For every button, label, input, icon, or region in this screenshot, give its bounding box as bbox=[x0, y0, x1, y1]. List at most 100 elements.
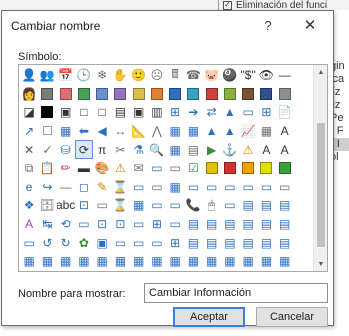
background-checkbox[interactable]: ✓ bbox=[223, 0, 232, 10]
symbol-cell-icon[interactable] bbox=[221, 159, 239, 178]
symbol-cell-icon[interactable]: ▦ bbox=[38, 252, 56, 271]
symbol-cell-icon[interactable]: ✎ bbox=[93, 178, 111, 197]
symbol-cell-icon[interactable]: ▦ bbox=[75, 252, 93, 271]
symbol-cell-icon[interactable]: 📈 bbox=[239, 122, 257, 141]
symbol-cell-icon[interactable]: ⊞ bbox=[166, 103, 184, 122]
symbol-scrollbar[interactable]: ▲ ▼ bbox=[313, 65, 327, 271]
symbol-cell-icon[interactable]: ↗ bbox=[20, 122, 38, 141]
symbol-cell-icon[interactable]: ▭ bbox=[75, 215, 93, 234]
symbol-cell-icon[interactable]: 📞 bbox=[184, 196, 202, 215]
symbol-cell-icon[interactable]: ❄ bbox=[93, 66, 111, 85]
symbol-cell-icon[interactable]: ↔ bbox=[111, 122, 129, 141]
symbol-cell-icon[interactable] bbox=[57, 85, 75, 104]
symbol-cell-icon[interactable]: ▭ bbox=[166, 215, 184, 234]
symbol-cell-icon[interactable]: □ bbox=[75, 103, 93, 122]
symbol-cell-icon[interactable]: ⊡ bbox=[93, 215, 111, 234]
symbol-cell-icon[interactable]: ▭ bbox=[221, 196, 239, 215]
symbol-cell-icon[interactable] bbox=[276, 85, 294, 104]
symbol-cell-icon[interactable]: ☹ bbox=[148, 66, 166, 85]
symbol-cell-icon[interactable] bbox=[239, 85, 257, 104]
symbol-cell-icon[interactable]: ▦ bbox=[148, 252, 166, 271]
symbol-cell-icon[interactable]: ▣ bbox=[130, 103, 148, 122]
symbol-cell-icon[interactable]: ▦ bbox=[239, 252, 257, 271]
symbol-cell-icon[interactable]: A bbox=[276, 122, 294, 141]
symbol-cell-icon[interactable] bbox=[38, 85, 56, 104]
symbol-cell-icon[interactable] bbox=[239, 159, 257, 178]
symbol-cell-icon[interactable]: ⋀ bbox=[148, 122, 166, 141]
symbol-cell-icon[interactable]: ✓ bbox=[38, 140, 56, 159]
symbol-cell-icon[interactable] bbox=[130, 85, 148, 104]
symbol-cell-icon[interactable]: ☐ bbox=[38, 122, 56, 141]
symbol-cell-icon[interactable]: ▤ bbox=[239, 215, 257, 234]
symbol-cell-icon[interactable]: ▦ bbox=[166, 140, 184, 159]
symbol-cell-icon[interactable]: ☑ bbox=[184, 159, 202, 178]
symbol-cell-icon[interactable]: ▦ bbox=[221, 252, 239, 271]
symbol-cell-icon[interactable]: ▭ bbox=[203, 178, 221, 197]
symbol-cell-icon[interactable]: ▦ bbox=[257, 122, 275, 141]
symbol-cell-icon[interactable]: ▭ bbox=[276, 178, 294, 197]
symbol-cell-icon[interactable] bbox=[148, 85, 166, 104]
symbol-cell-icon[interactable]: ▭ bbox=[130, 178, 148, 197]
symbol-cell-icon[interactable]: ❖ bbox=[20, 196, 38, 215]
symbol-cell-icon[interactable] bbox=[111, 85, 129, 104]
symbol-cell-icon[interactable]: ⊡ bbox=[111, 215, 129, 234]
symbol-cell-icon[interactable]: ▦ bbox=[166, 122, 184, 141]
symbol-cell-icon[interactable]: 👁 bbox=[257, 66, 275, 85]
symbol-cell-icon[interactable]: ↪ bbox=[38, 178, 56, 197]
symbol-cell-icon[interactable]: ✏ bbox=[57, 159, 75, 178]
symbol-cell-icon[interactable]: ▤ bbox=[276, 215, 294, 234]
symbol-cell-icon[interactable]: ◻ bbox=[75, 178, 93, 197]
symbol-cell-icon[interactable]: ▦ bbox=[57, 122, 75, 141]
symbol-cell-icon[interactable]: ⊡ bbox=[75, 196, 93, 215]
symbol-cell-icon[interactable]: 🖱 bbox=[203, 196, 221, 215]
symbol-cell-icon[interactable]: ▦ bbox=[184, 252, 202, 271]
symbol-cell-icon[interactable]: ↺ bbox=[38, 233, 56, 252]
symbol-cell-icon[interactable]: 🗄 bbox=[38, 196, 56, 215]
symbol-cell-icon[interactable] bbox=[276, 159, 294, 178]
symbol-cell-icon[interactable]: 👤 bbox=[20, 66, 38, 85]
symbol-cell-icon[interactable] bbox=[75, 85, 93, 104]
symbol-cell-icon[interactable] bbox=[257, 85, 275, 104]
symbol-cell-icon[interactable] bbox=[203, 85, 221, 104]
symbol-cell-icon[interactable]: ✋ bbox=[111, 66, 129, 85]
symbol-cell-icon[interactable]: ▦ bbox=[203, 252, 221, 271]
symbol-cell-icon[interactable]: ⌛ bbox=[111, 196, 129, 215]
symbol-cell-icon[interactable] bbox=[203, 159, 221, 178]
symbol-cell-icon[interactable]: ⚓ bbox=[221, 140, 239, 159]
symbol-cell-icon[interactable]: ▭ bbox=[93, 196, 111, 215]
symbol-cell-icon[interactable]: ⛁ bbox=[57, 140, 75, 159]
symbol-cell-icon[interactable]: ▭ bbox=[130, 215, 148, 234]
symbol-cell-icon[interactable]: ▤ bbox=[276, 196, 294, 215]
symbol-cell-icon[interactable]: ▤ bbox=[257, 233, 275, 252]
symbol-cell-icon[interactable]: ✉ bbox=[130, 159, 148, 178]
help-button[interactable]: ? bbox=[258, 16, 278, 34]
symbol-cell-icon[interactable]: ✂ bbox=[111, 140, 129, 159]
symbol-cell-icon[interactable]: — bbox=[57, 178, 75, 197]
symbol-cell-icon[interactable]: ▭ bbox=[166, 159, 184, 178]
accept-button[interactable]: Aceptar bbox=[173, 307, 245, 327]
symbol-cell-icon[interactable]: ▦ bbox=[130, 196, 148, 215]
symbol-cell-icon[interactable]: ▦ bbox=[166, 178, 184, 197]
symbol-cell-icon[interactable]: ⟲ bbox=[57, 215, 75, 234]
symbol-cell-icon[interactable]: ⧉ bbox=[20, 159, 38, 178]
symbol-cell-icon[interactable]: ▲ bbox=[221, 122, 239, 141]
symbol-cell-icon[interactable]: ▤ bbox=[184, 215, 202, 234]
symbol-cell-icon[interactable]: ▤ bbox=[184, 140, 202, 159]
symbol-cell-icon[interactable]: ◪ bbox=[20, 103, 38, 122]
symbol-cell-icon[interactable]: ▣ bbox=[93, 233, 111, 252]
symbol-cell-icon[interactable]: ▭ bbox=[221, 178, 239, 197]
symbol-cell-icon[interactable]: ▦ bbox=[20, 252, 38, 271]
symbol-cell-icon[interactable]: 📄 bbox=[276, 103, 294, 122]
symbol-cell-icon[interactable]: 📅 bbox=[57, 66, 75, 85]
symbol-cell-icon[interactable]: ▬ bbox=[75, 159, 93, 178]
symbol-cell-icon[interactable]: e bbox=[20, 178, 38, 197]
symbol-cell-icon[interactable]: ▦ bbox=[130, 252, 148, 271]
symbol-cell-icon[interactable] bbox=[257, 159, 275, 178]
symbol-cell-icon[interactable]: ▭ bbox=[239, 103, 257, 122]
symbol-cell-icon[interactable]: 🕒 bbox=[75, 66, 93, 85]
symbol-cell-icon[interactable]: ▤ bbox=[221, 233, 239, 252]
symbol-cell-icon[interactable]: A bbox=[20, 215, 38, 234]
symbol-cell-icon[interactable]: □ bbox=[93, 103, 111, 122]
symbol-cell-icon[interactable]: ▦ bbox=[57, 252, 75, 271]
symbol-cell-icon[interactable] bbox=[184, 85, 202, 104]
